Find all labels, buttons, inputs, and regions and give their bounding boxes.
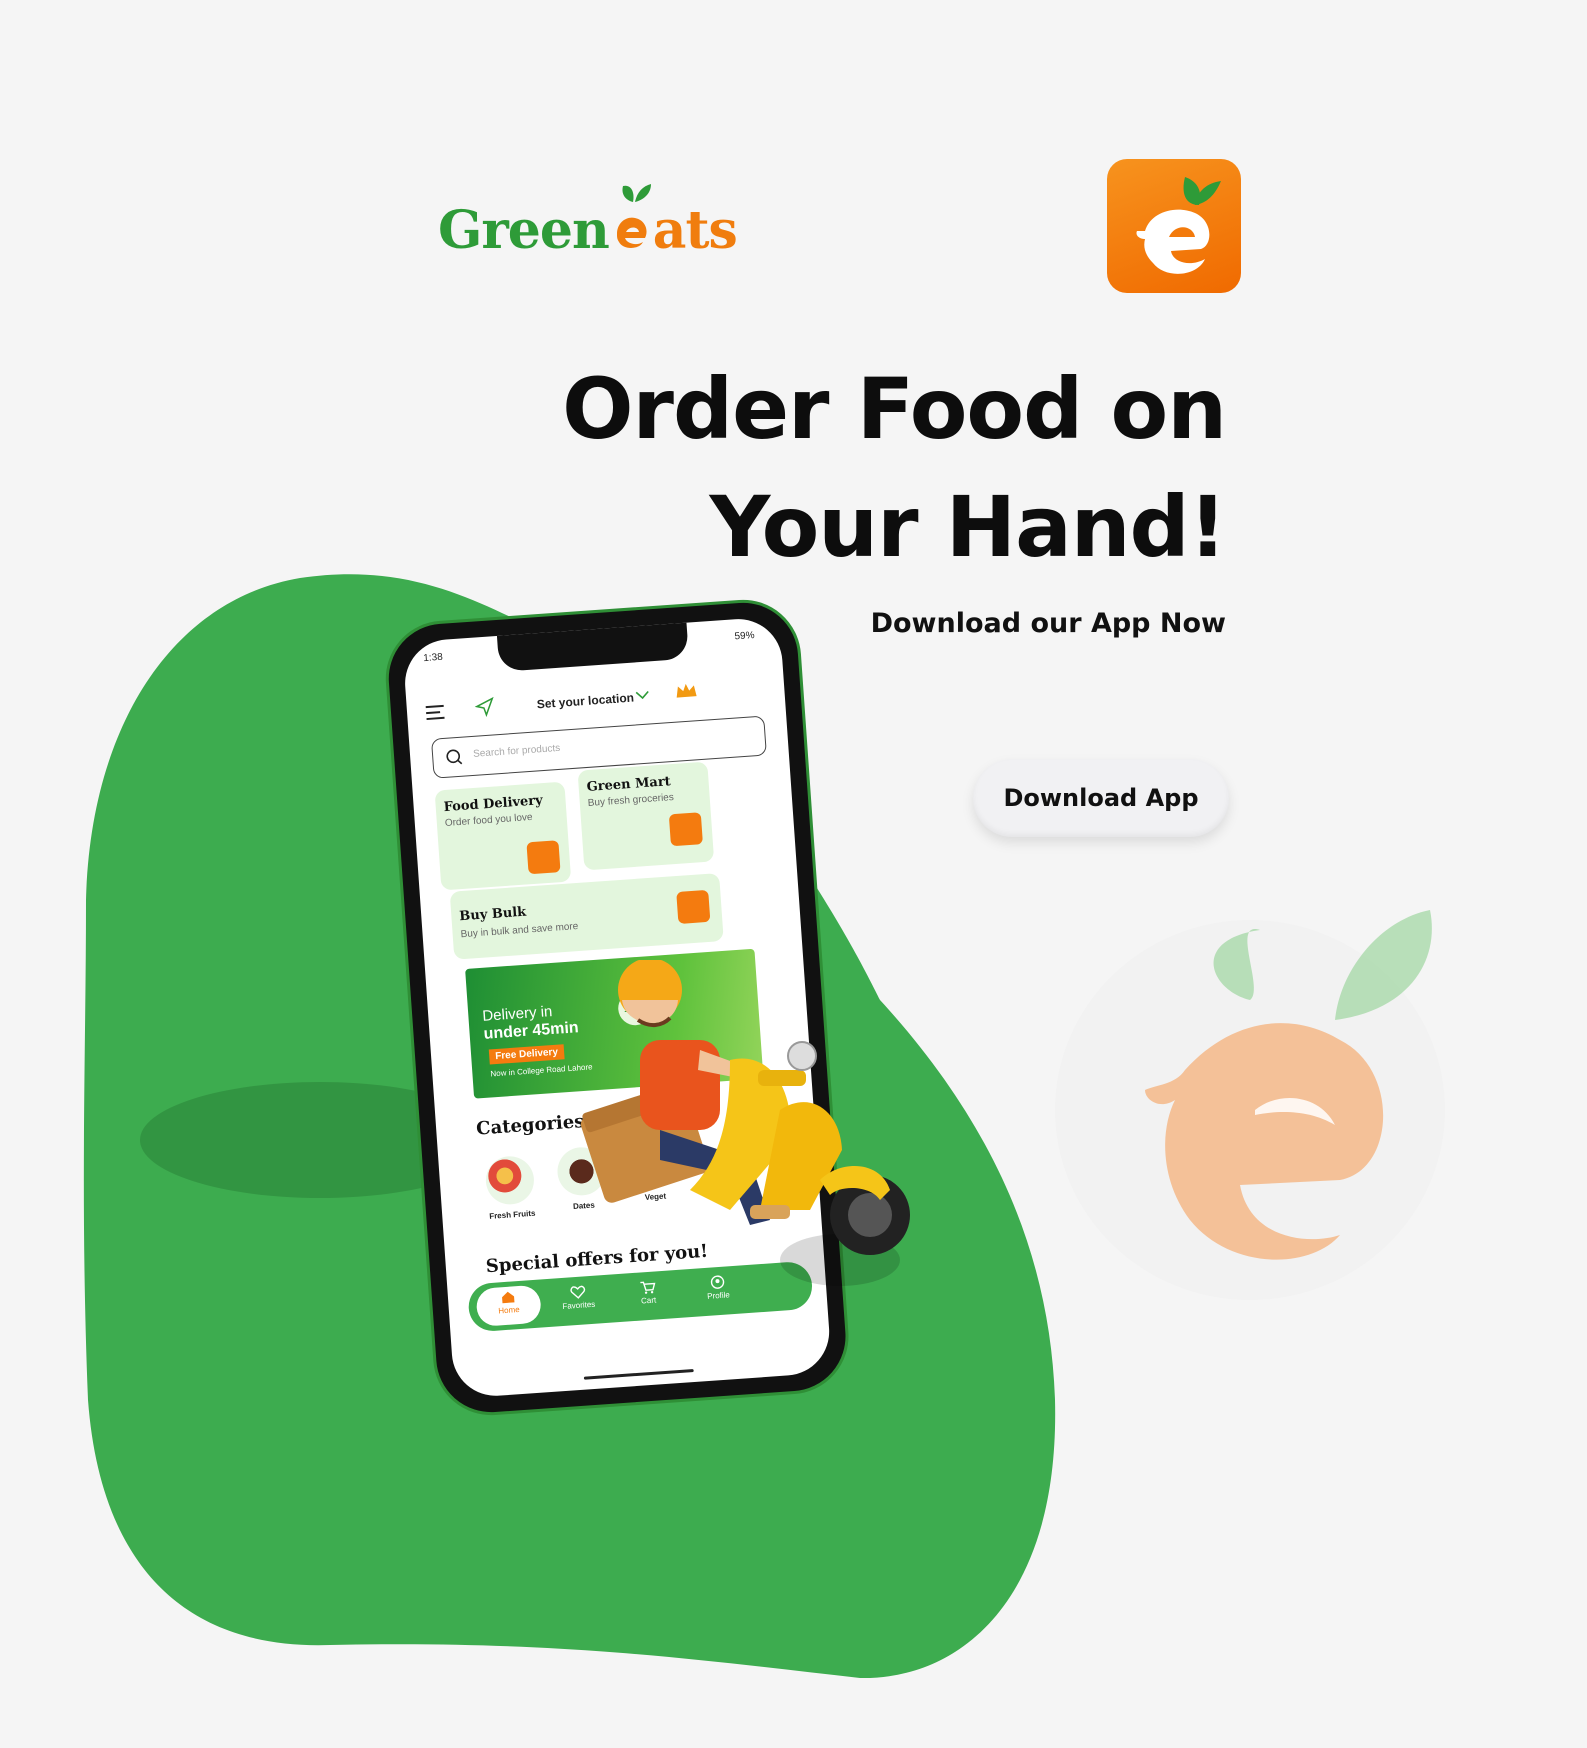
mini-logo-icon xyxy=(676,889,711,924)
card-subtitle: Order food you love xyxy=(444,811,533,830)
card-title: Buy Bulk xyxy=(458,904,527,925)
status-time: 1:38 xyxy=(422,651,444,665)
card-subtitle: Buy in bulk and save more xyxy=(460,921,579,941)
headline-line-2: Your Hand! xyxy=(709,478,1227,576)
headline-line-1: Order Food on xyxy=(562,360,1227,458)
wordmark-e-fruit-icon xyxy=(609,184,653,248)
menu-icon[interactable] xyxy=(424,702,447,721)
chevron-down-icon[interactable] xyxy=(634,687,651,702)
wordmark-orange-part: ats xyxy=(652,200,738,261)
home-icon xyxy=(502,1291,515,1304)
download-app-button[interactable]: Download App xyxy=(973,759,1229,837)
delivery-rider-scooter-illustration xyxy=(580,960,910,1286)
mini-logo-icon xyxy=(668,812,703,847)
banner-note: Now in College Road Lahore xyxy=(490,1062,593,1079)
faded-logo-watermark-icon xyxy=(1055,910,1445,1300)
greeneats-app-icon xyxy=(1107,159,1241,293)
card-food-delivery[interactable]: Food Delivery Order food you love xyxy=(434,781,572,891)
phone-notch xyxy=(496,620,689,672)
card-title: Green Mart xyxy=(586,774,672,796)
hero-subline: Download our App Now xyxy=(870,608,1226,639)
category-label: Fresh Fruits xyxy=(488,1208,536,1221)
set-location-label[interactable]: Set your location xyxy=(536,691,634,712)
mini-logo-icon xyxy=(526,840,561,875)
nav-home[interactable]: Home xyxy=(478,1288,540,1317)
card-subtitle: Buy fresh groceries xyxy=(587,792,675,810)
wordmark-green-part: Green xyxy=(438,200,610,261)
free-delivery-tag: Free Delivery xyxy=(488,1044,565,1065)
crown-icon[interactable] xyxy=(674,680,699,702)
card-green-mart[interactable]: Green Mart Buy fresh groceries xyxy=(577,761,715,871)
fruit-basket-icon xyxy=(484,1154,536,1206)
home-indicator xyxy=(583,1369,694,1380)
category-fresh-fruits[interactable]: Fresh Fruits xyxy=(478,1154,542,1221)
greeneats-wordmark: Green ats xyxy=(438,184,738,261)
hero-headline: Order Food on Your Hand! xyxy=(560,350,1227,586)
search-placeholder: Search for products xyxy=(472,742,561,760)
search-icon xyxy=(446,749,463,765)
categories-title: Categories xyxy=(475,1111,586,1140)
status-battery: 59% xyxy=(734,629,755,643)
location-arrow-icon xyxy=(474,696,494,718)
